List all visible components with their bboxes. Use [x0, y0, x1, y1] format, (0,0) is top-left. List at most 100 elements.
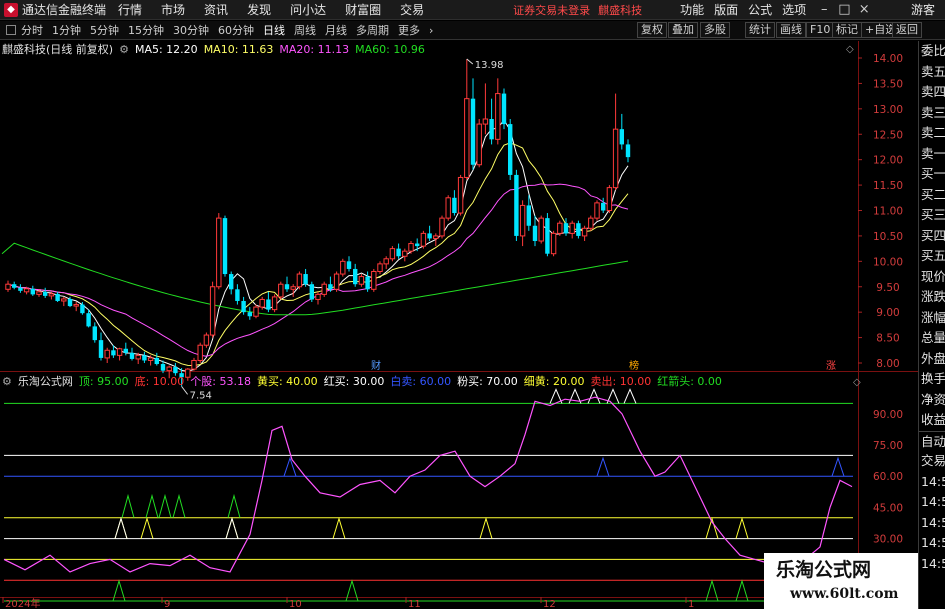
candle-body: [36, 291, 42, 295]
signal-spike: [158, 493, 172, 518]
side-item-bid4[interactable]: 买四: [919, 226, 945, 247]
watermark-url: www.60lt.com: [790, 586, 899, 602]
candle-body: [396, 248, 401, 257]
candle-body: [235, 289, 240, 301]
date-tick-label: 11: [408, 599, 421, 609]
main-chart-title: 麒盛科技(日线 前复权): [2, 43, 114, 56]
candle-body: [5, 283, 11, 290]
candle-body: [569, 222, 575, 234]
candle-body: [48, 293, 55, 297]
candle-body: [197, 344, 203, 361]
price-tick-label: 8.50: [876, 333, 899, 345]
side-item-bid5[interactable]: 买五: [919, 246, 945, 267]
candle-body: [402, 250, 408, 257]
side-item-earnings[interactable]: 收益: [919, 410, 945, 431]
ma10-line: [7, 142, 629, 367]
candle-body: [457, 176, 464, 214]
candle-body: [266, 299, 271, 310]
candle-body: [271, 296, 278, 311]
indicator-tick-label: 30.00: [873, 534, 903, 546]
candle-body: [160, 364, 166, 371]
quote-side-panel: 委比 卖五 卖四 卖三 卖二 卖一 买一 买二 买三 买四 买五 现价 涨跌 涨…: [918, 41, 945, 609]
side-item-bid1[interactable]: 买一: [919, 164, 945, 185]
chart-canvas[interactable]: 13.987.54财榜涨 14.0013.5013.0012.5012.0011…: [0, 0, 945, 609]
param-stock: 个股: 53.18: [190, 375, 251, 388]
candle-body: [229, 274, 234, 290]
param-red-buy: 红买: 30.00: [323, 375, 385, 388]
side-item-net-assets[interactable]: 净资: [919, 390, 945, 411]
candle-body: [278, 283, 284, 298]
stock-oscillator-line: [3, 396, 853, 573]
candle-body: [166, 366, 172, 372]
date-tick-label: 10: [289, 599, 302, 609]
candle-body: [619, 129, 624, 145]
tick-time: 14:56: [921, 535, 945, 550]
high-marker: [466, 58, 474, 65]
side-item-change[interactable]: 涨跌: [919, 287, 945, 308]
candle-body: [86, 313, 91, 327]
candle-body: [12, 284, 17, 288]
signal-spike: [114, 516, 128, 539]
candle-body: [191, 359, 197, 370]
signal-spike: [225, 516, 239, 539]
candle-body: [508, 124, 513, 175]
event-marker: 榜: [629, 359, 639, 372]
settings-icon[interactable]: ⚙: [119, 43, 129, 56]
candle-body: [290, 286, 296, 290]
candle-body: [519, 204, 526, 237]
candle-body: [594, 202, 600, 219]
candle-body: [80, 304, 85, 314]
date-tick-label: 9: [164, 599, 170, 609]
candle-body: [482, 118, 489, 125]
side-item-ask3[interactable]: 卖三: [919, 103, 945, 124]
param-thin-yellow: 细黄: 20.00: [523, 375, 585, 388]
signal-spike: [623, 388, 637, 404]
candle-body: [612, 128, 619, 189]
price-tick-label: 9.50: [876, 282, 899, 294]
signal-spike: [225, 516, 239, 539]
signal-spike: [332, 516, 346, 539]
date-tick-label: 1: [688, 599, 694, 609]
side-item-change-pct[interactable]: 涨幅: [919, 308, 945, 329]
indicator-settings-icon[interactable]: ⚙: [2, 375, 12, 388]
side-item-ask4[interactable]: 卖四: [919, 82, 945, 103]
side-item-bid3[interactable]: 买三: [919, 205, 945, 226]
side-item-bid-ratio[interactable]: 委比: [919, 41, 945, 62]
candle-body: [111, 350, 116, 356]
candle-body: [222, 218, 228, 275]
candle-body: [371, 271, 377, 290]
high-label: 13.98: [475, 60, 504, 71]
price-tick-label: 8.00: [876, 358, 899, 370]
side-item-ask5[interactable]: 卖五: [919, 62, 945, 83]
candle-body: [588, 217, 594, 229]
side-item-auto[interactable]: 自动: [919, 430, 945, 452]
diamond-icon: ◇: [846, 44, 854, 55]
side-item-volume[interactable]: 总量: [919, 328, 945, 349]
side-item-price[interactable]: 现价: [919, 267, 945, 288]
watermark-banner: 乐淘公式网 www.60lt.com: [764, 553, 918, 609]
signal-spike: [735, 516, 749, 539]
param-sell: 卖出: 10.00: [590, 375, 652, 388]
candle-body: [353, 268, 358, 285]
candle-body: [154, 357, 159, 365]
indicator-tick-label: 75.00: [873, 440, 903, 452]
price-tick-label: 11.50: [873, 180, 903, 192]
candle-body: [340, 260, 346, 275]
candle-body: [445, 197, 451, 219]
signal-spike: [172, 493, 186, 518]
tick-time: 14:56: [921, 555, 945, 571]
event-marker: 财: [371, 359, 381, 372]
side-item-ask2[interactable]: 卖二: [919, 123, 945, 144]
side-item-outer[interactable]: 外盘: [919, 349, 945, 370]
side-item-turnover[interactable]: 换手: [919, 369, 945, 390]
side-item-ask1[interactable]: 卖一: [919, 144, 945, 165]
signal-spike: [831, 456, 845, 477]
candle-body: [98, 340, 104, 358]
candle-body: [532, 225, 538, 241]
side-item-bid2[interactable]: 买二: [919, 185, 945, 206]
candle-body: [328, 284, 333, 290]
side-item-trade[interactable]: 交易: [919, 451, 945, 472]
candle-body: [61, 298, 67, 302]
price-tick-label: 12.50: [873, 129, 903, 141]
indicator-title: 乐淘公式网: [17, 375, 73, 388]
